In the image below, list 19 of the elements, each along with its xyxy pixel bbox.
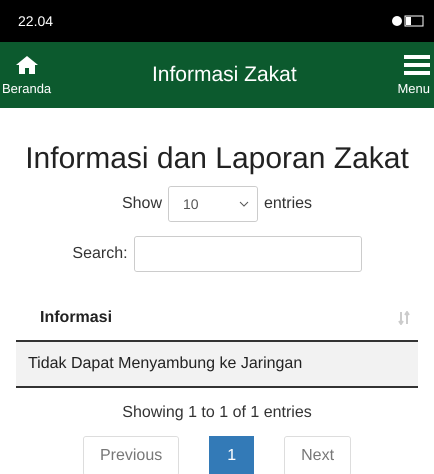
battery-icon [392, 14, 426, 28]
home-icon [14, 54, 39, 74]
status-time: 22.04 [18, 13, 54, 29]
entries-info: Showing 1 to 1 of 1 entries [122, 404, 312, 422]
menu-icon [404, 54, 430, 74]
header-title: Informasi Zakat [152, 63, 297, 87]
show-label: Show [122, 195, 162, 213]
home-button[interactable]: Beranda [2, 54, 52, 96]
page-button[interactable]: 1 [209, 436, 254, 474]
page-title: Informasi dan Laporan Zakat [25, 142, 409, 176]
entries-label: entries [264, 195, 312, 213]
search-label: Search: [72, 245, 128, 263]
entries-select[interactable]: 10 [168, 186, 258, 222]
search-field[interactable] [134, 236, 362, 272]
column-header[interactable]: Informasi [40, 309, 112, 327]
chevron-down-icon [239, 201, 249, 207]
menu-button[interactable]: Menu [397, 54, 430, 96]
table-cell: Tidak Dapat Menyambung ke Jaringan [16, 342, 418, 388]
sort-icon[interactable] [398, 311, 410, 325]
